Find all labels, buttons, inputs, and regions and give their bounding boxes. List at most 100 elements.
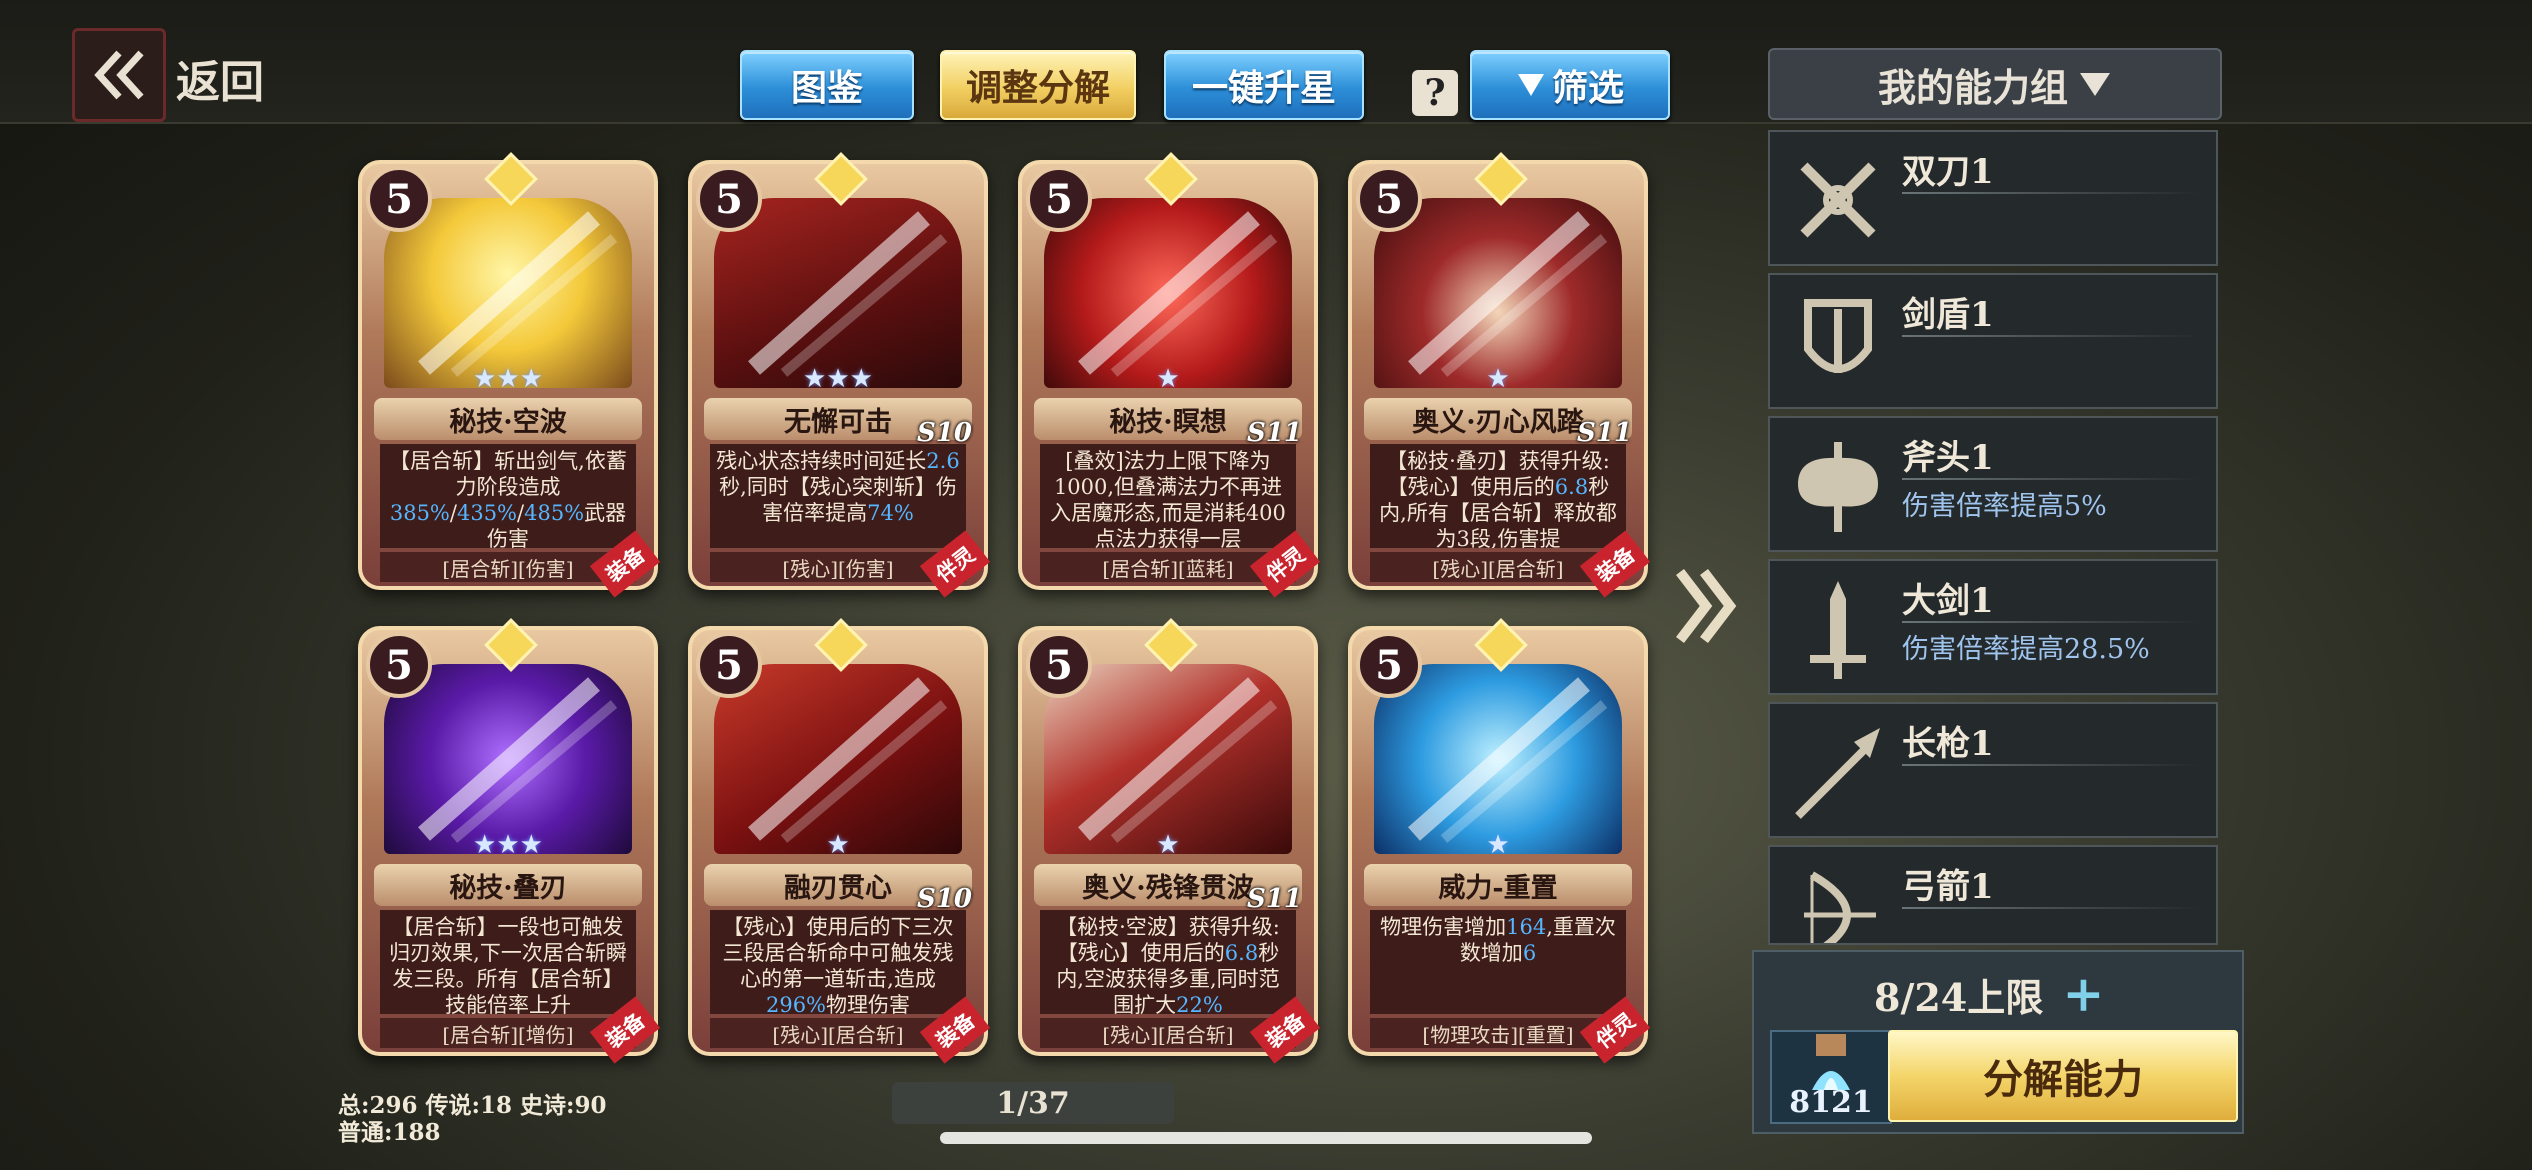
ability-group-item[interactable]: 大剑1 伤害倍率提高28.5% bbox=[1768, 559, 2218, 695]
star-rating: ★★★ bbox=[473, 364, 543, 388]
tab-codex[interactable]: 图鉴 bbox=[740, 50, 914, 120]
axe-icon bbox=[1784, 432, 1892, 540]
ability-group-item[interactable]: 弓箭1 bbox=[1768, 845, 2218, 945]
ability-name: 弓箭1 bbox=[1902, 867, 1994, 907]
stats-line-2: 普通:188 bbox=[338, 1119, 441, 1146]
star-rating: ★ bbox=[1156, 364, 1180, 388]
card-stats: 总:296 传说:18 史诗:90 普通:188 bbox=[338, 1092, 607, 1146]
sword-slash-icon bbox=[1078, 211, 1278, 377]
back-label[interactable]: 返回 bbox=[176, 46, 264, 110]
page-indicator[interactable]: 1/37 bbox=[892, 1082, 1174, 1124]
card-description: [叠效]法力上限下降为1000,但叠满法力不再进入居魔形态,而是消耗400点法力… bbox=[1040, 444, 1296, 548]
star-rating: ★ bbox=[826, 830, 850, 854]
tab-one-click-upgrade[interactable]: 一键升星 bbox=[1164, 50, 1364, 120]
card-description: 物理伤害增加164,重置次数增加6 bbox=[1370, 910, 1626, 1014]
sword-slash-icon bbox=[748, 677, 948, 843]
dual-blades-icon bbox=[1784, 146, 1892, 254]
desc-highlight-value: 296% bbox=[765, 993, 827, 1014]
card-art: ★★★ bbox=[714, 198, 962, 388]
card-level: 5 bbox=[1356, 632, 1422, 698]
ability-card[interactable]: ★ 5 秘技·瞑想 S11 [叠效]法力上限下降为1000,但叠满法力不再进入居… bbox=[1018, 152, 1321, 598]
ability-effect: 伤害倍率提高5% bbox=[1902, 491, 2107, 522]
desc-highlight-value: 74% bbox=[867, 501, 914, 525]
filter-button[interactable]: 筛选 bbox=[1470, 50, 1670, 120]
card-name: 威力-重置 bbox=[1364, 864, 1632, 906]
ability-name: 大剑1 bbox=[1902, 581, 1994, 621]
card-level: 5 bbox=[1356, 166, 1422, 232]
desc-highlight-value: 485% bbox=[524, 501, 585, 525]
desc-highlight-value: 385% bbox=[389, 501, 450, 525]
card-level: 5 bbox=[696, 166, 762, 232]
tab-adjust-decompose[interactable]: 调整分解 bbox=[940, 50, 1136, 120]
ability-limit: 8/24上限 + bbox=[1874, 964, 2105, 1023]
sword-slash-icon bbox=[748, 211, 948, 377]
ability-name: 双刀1 bbox=[1902, 152, 1994, 192]
ability-group-item[interactable]: 双刀1 bbox=[1768, 130, 2218, 266]
card-name: 秘技·叠刃 bbox=[374, 864, 642, 906]
triangle-down-icon bbox=[2080, 73, 2110, 96]
divider bbox=[1902, 478, 2202, 480]
ability-card[interactable]: ★ 5 融刃贯心 S10 【残心】使用后的下三次三段居合斩命中可触发残心的第一道… bbox=[688, 618, 991, 1064]
star-rating: ★ bbox=[1156, 830, 1180, 854]
ability-group-item[interactable]: 斧头1 伤害倍率提高5% bbox=[1768, 416, 2218, 552]
ability-group-label: 我的能力组 bbox=[1877, 64, 2068, 110]
ability-card[interactable]: ★★★ 5 秘技·叠刃 【居合斩】一段也可触发归刃效果,下一次居合斩瞬发三段。所… bbox=[358, 618, 661, 1064]
ability-card[interactable]: ★ 5 奥义·刃心风踏 S11 【秘技·叠刃】获得升级:【残心】使用后的6.8秒… bbox=[1348, 152, 1651, 598]
decompose-panel: 8/24上限 + 8121 分解能力 bbox=[1752, 950, 2244, 1134]
triangle-down-icon bbox=[1517, 74, 1544, 96]
desc-text: 物理伤害 bbox=[826, 993, 911, 1014]
ability-group-item[interactable]: 长枪1 bbox=[1768, 702, 2218, 838]
desc-text: [叠效]法力上限下降为1000,但叠满法力不再进入居魔形态,而是消耗400点法力… bbox=[1050, 449, 1286, 548]
desc-text: 【居合斩】一段也可触发归刃效果,下一次居合斩瞬发三段。所有【居合斩】技能倍率上升 bbox=[389, 915, 627, 1014]
double-chevron-right-icon bbox=[1676, 568, 1737, 644]
ability-name: 斧头1 bbox=[1902, 438, 1994, 478]
sword-slash-icon bbox=[1078, 677, 1278, 843]
desc-highlight-value: 6.8 bbox=[1554, 475, 1589, 499]
desc-text: 【居合斩】斩出剑气,依蓄力阶段造成 bbox=[389, 449, 627, 499]
sword-shield-icon bbox=[1784, 289, 1892, 397]
divider bbox=[1902, 621, 2202, 623]
divider bbox=[1902, 907, 2202, 909]
desc-text: 残心状态持续时间延长 bbox=[716, 449, 927, 473]
card-level: 5 bbox=[1026, 632, 1092, 698]
desc-text: 物理伤害增加 bbox=[1380, 915, 1507, 939]
star-rating: ★ bbox=[1486, 364, 1510, 388]
greatsword-icon bbox=[1784, 575, 1892, 683]
resource-slot: 8121 bbox=[1770, 1030, 1892, 1124]
ability-card[interactable]: ★ 5 奥义·残锋贯波 S11 【秘技·空波】获得升级:【残心】使用后的6.8秒… bbox=[1018, 618, 1321, 1064]
card-art: ★ bbox=[714, 664, 962, 854]
card-art: ★ bbox=[1044, 664, 1292, 854]
ability-card[interactable]: ★★★ 5 无懈可击 S10 残心状态持续时间延长2.6秒,同时【残心突刺斩】伤… bbox=[688, 152, 991, 598]
ability-group-dropdown[interactable]: 我的能力组 bbox=[1768, 48, 2222, 120]
ability-card[interactable]: ★ 5 威力-重置 物理伤害增加164,重置次数增加6 [物理攻击][重置] 伴… bbox=[1348, 618, 1651, 1064]
divider bbox=[1902, 764, 2202, 766]
ability-effect: 伤害倍率提高28.5% bbox=[1902, 634, 2150, 665]
spear-icon bbox=[1784, 718, 1892, 826]
bow-icon bbox=[1784, 861, 1892, 943]
add-limit-button[interactable]: + bbox=[2062, 964, 2104, 1023]
resource-count: 8121 bbox=[1789, 1085, 1873, 1120]
decompose-button[interactable]: 分解能力 bbox=[1888, 1030, 2238, 1122]
star-rating: ★ bbox=[1486, 830, 1510, 854]
desc-text: / bbox=[449, 501, 457, 525]
help-icon[interactable]: ? bbox=[1412, 70, 1458, 116]
desc-highlight-value: 2.6 bbox=[926, 449, 960, 473]
ability-card[interactable]: ★★★ 5 秘技·空波 【居合斩】斩出剑气,依蓄力阶段造成385%/435%/4… bbox=[358, 152, 661, 598]
card-art: ★ bbox=[1374, 198, 1622, 388]
card-description: 【残心】使用后的下三次三段居合斩命中可触发残心的第一道斩击,造成296%物理伤害 bbox=[710, 910, 966, 1014]
desc-highlight-value: 164 bbox=[1506, 915, 1547, 939]
sword-slash-icon bbox=[1408, 677, 1608, 843]
card-description: 残心状态持续时间延长2.6秒,同时【残心突刺斩】伤害倍率提高74% bbox=[710, 444, 966, 548]
divider bbox=[1902, 192, 2202, 194]
home-indicator bbox=[940, 1132, 1592, 1144]
desc-highlight-value: 22% bbox=[1176, 993, 1223, 1014]
sword-slash-icon bbox=[418, 211, 618, 377]
card-level: 5 bbox=[366, 632, 432, 698]
back-button[interactable] bbox=[72, 28, 166, 122]
filter-label: 筛选 bbox=[1551, 67, 1624, 109]
ability-group-item[interactable]: 剑盾1 bbox=[1768, 273, 2218, 409]
desc-highlight-value: 435% bbox=[456, 501, 518, 525]
double-chevron-left-icon bbox=[94, 50, 144, 100]
card-description: 【秘技·叠刃】获得升级:【残心】使用后的6.8秒内,所有【居合斩】释放都为3段,… bbox=[1370, 444, 1626, 548]
sword-slash-icon bbox=[1408, 211, 1608, 377]
